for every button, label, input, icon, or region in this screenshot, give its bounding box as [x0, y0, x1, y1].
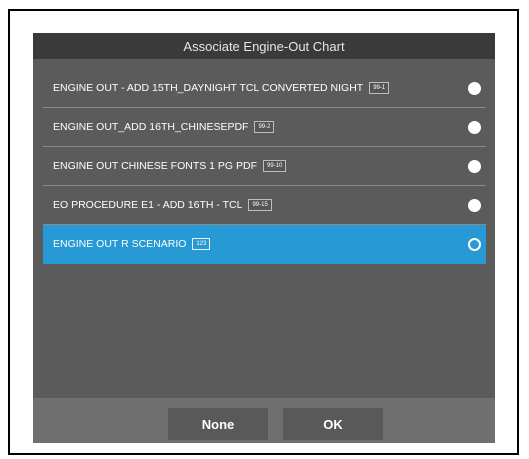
chart-list: ENGINE OUT - ADD 15TH_DAYNIGHT TCL CONVE… — [43, 69, 486, 264]
radio-button-selected[interactable] — [468, 238, 481, 251]
chart-number-badge: 99-2 — [254, 121, 275, 133]
chart-row[interactable]: ENGINE OUT CHINESE FONTS 1 PG PDF 99-10 — [43, 147, 486, 186]
radio-button[interactable] — [468, 160, 481, 173]
radio-button[interactable] — [468, 82, 481, 95]
chart-row[interactable]: ENGINE OUT - ADD 15TH_DAYNIGHT TCL CONVE… — [43, 69, 486, 108]
chart-row-label: ENGINE OUT - ADD 15TH_DAYNIGHT TCL CONVE… — [53, 82, 364, 94]
chart-number-badge: 99-15 — [248, 199, 272, 211]
chart-number-badge: 99-10 — [263, 160, 287, 172]
chart-row-selected[interactable]: ENGINE OUT R SCENARIO 123 — [43, 225, 486, 264]
associate-engine-out-dialog: Associate Engine-Out Chart ENGINE OUT - … — [33, 33, 495, 443]
dialog-footer: None OK — [33, 398, 495, 443]
radio-button[interactable] — [468, 199, 481, 212]
chart-row-label: ENGINE OUT R SCENARIO — [53, 238, 187, 250]
dialog-title: Associate Engine-Out Chart — [33, 33, 495, 59]
chart-row-label: ENGINE OUT CHINESE FONTS 1 PG PDF — [53, 160, 258, 172]
chart-number-badge: 123 — [192, 238, 211, 250]
ok-button[interactable]: OK — [283, 408, 383, 440]
chart-row-label: EO PROCEDURE E1 - ADD 16TH - TCL — [53, 199, 243, 211]
chart-number-badge: 99-1 — [369, 82, 390, 94]
radio-button[interactable] — [468, 121, 481, 134]
chart-row[interactable]: EO PROCEDURE E1 - ADD 16TH - TCL 99-15 — [43, 186, 486, 225]
chart-row[interactable]: ENGINE OUT_ADD 16TH_CHINESEPDF 99-2 — [43, 108, 486, 147]
none-button[interactable]: None — [168, 408, 268, 440]
chart-row-label: ENGINE OUT_ADD 16TH_CHINESEPDF — [53, 121, 249, 133]
